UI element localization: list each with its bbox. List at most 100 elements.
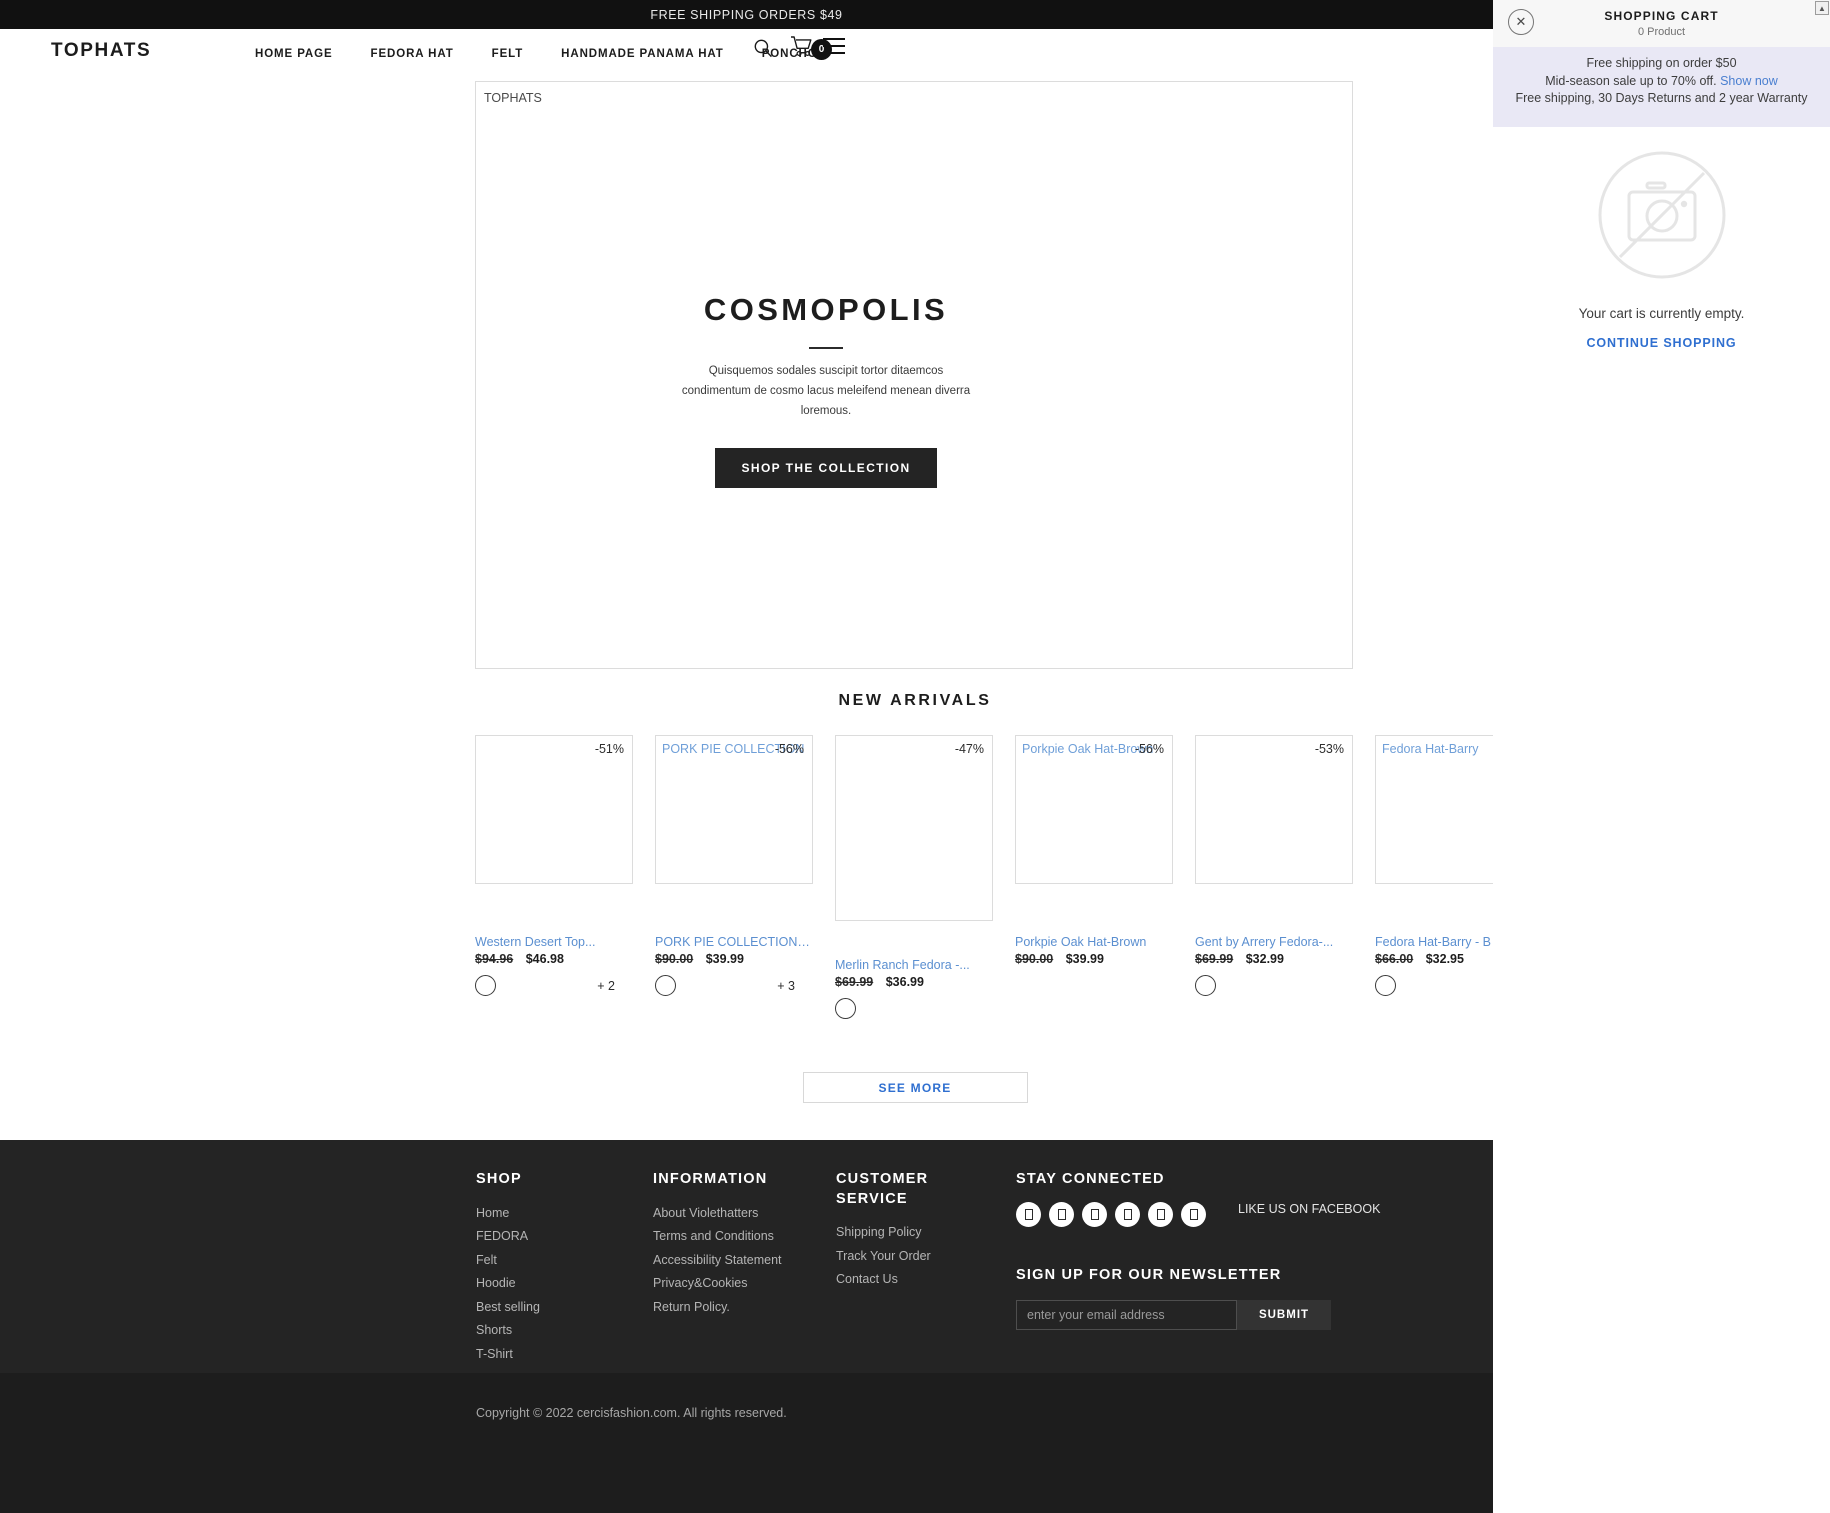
color-swatch[interactable] [655, 975, 676, 996]
product-thumbnail[interactable]: -47% [835, 735, 993, 921]
burger-line [823, 38, 845, 40]
tumblr-icon[interactable] [1181, 1202, 1206, 1227]
product-prices: $90.00 $39.99 [655, 952, 813, 966]
newsletter-form: SUBMIT [1016, 1300, 1331, 1330]
product-old-price: $90.00 [1015, 952, 1054, 966]
newsletter-submit-button[interactable]: SUBMIT [1237, 1300, 1331, 1330]
product-card[interactable]: -53% Gent by Arrery Fedora-... $69.99 $3… [1195, 735, 1353, 996]
announcement-text: FREE SHIPPING ORDERS $49 [650, 7, 843, 22]
product-thumbnail[interactable]: Porkpie Oak Hat-Brown -56% [1015, 735, 1173, 884]
footer-link-t-shirt[interactable]: T-Shirt [476, 1347, 540, 1361]
hero-banner: TOPHATS COSMOPOLIS Quisquemos sodales su… [475, 81, 1353, 669]
product-thumbnail[interactable]: -53% [1195, 735, 1353, 884]
product-swatches [1195, 975, 1335, 996]
cart-drawer-panel: SHOPPING CART 0 Product ✕ Free shipping … [1493, 0, 1830, 1513]
product-new-price: $32.95 [1425, 952, 1464, 966]
cart-promo-banner: Free shipping on order $50 Mid-season sa… [1493, 47, 1830, 127]
cart-empty-state: Your cart is currently empty. CONTINUE S… [1493, 150, 1830, 350]
footer-link-fedora[interactable]: FEDORA [476, 1229, 540, 1243]
footer-link-contact-us[interactable]: Contact Us [836, 1272, 976, 1286]
product-old-price: $94.96 [475, 952, 514, 966]
product-prices: $69.99 $32.99 [1195, 952, 1353, 966]
discount-badge: -56% [774, 742, 804, 756]
cart-button[interactable]: 0 [790, 36, 832, 60]
nav-item-fedora-hat[interactable]: FEDORA HAT [371, 48, 454, 60]
footer-link-felt[interactable]: Felt [476, 1253, 540, 1267]
nav-item-handmade-panama-hat[interactable]: HANDMADE PANAMA HAT [561, 48, 724, 60]
continue-shopping-link[interactable]: CONTINUE SHOPPING [1586, 336, 1736, 350]
footer-link-shipping-policy[interactable]: Shipping Policy [836, 1225, 976, 1239]
color-swatch[interactable] [1375, 975, 1396, 996]
product-old-price: $90.00 [655, 952, 694, 966]
footer-link-accessibility[interactable]: Accessibility Statement [653, 1253, 782, 1267]
copyright-bar [0, 1373, 1493, 1513]
footer-link-home[interactable]: Home [476, 1206, 540, 1220]
like-us-on-facebook-label: LIKE US ON FACEBOOK [1238, 1202, 1381, 1216]
product-swatches: + 3 [655, 975, 795, 996]
see-more-button[interactable]: SEE MORE [802, 1072, 1028, 1103]
product-old-price: $66.00 [1375, 952, 1414, 966]
product-prices: $94.96 $46.98 [475, 952, 633, 966]
product-name-link[interactable]: Western Desert Top... [475, 935, 633, 949]
product-name-link[interactable]: Porkpie Oak Hat-Brown [1015, 935, 1173, 949]
product-prices: $90.00 $39.99 [1015, 952, 1173, 966]
nav-item-felt[interactable]: FELT [492, 48, 524, 60]
discount-badge: -56% [1134, 742, 1164, 756]
newsletter-heading: SIGN UP FOR OUR NEWSLETTER [1016, 1267, 1282, 1283]
product-new-price: $36.99 [885, 975, 924, 989]
color-swatch[interactable] [475, 975, 496, 996]
cart-drawer-title: SHOPPING CART [1604, 9, 1719, 23]
color-swatch[interactable] [1195, 975, 1216, 996]
footer-link-track-order[interactable]: Track Your Order [836, 1249, 976, 1263]
hero-title: COSMOPOLIS [703, 292, 949, 327]
nav-item-home-page[interactable]: HOME PAGE [255, 48, 333, 60]
no-image-icon [1598, 151, 1725, 279]
newsletter-email-input[interactable] [1016, 1300, 1237, 1330]
hamburger-menu-icon[interactable] [823, 38, 845, 54]
footer-link-about[interactable]: About Violethatters [653, 1206, 782, 1220]
twitter-icon[interactable] [1049, 1202, 1074, 1227]
color-swatch[interactable] [835, 998, 856, 1019]
promo-line-1: Free shipping on order $50 [1586, 56, 1737, 70]
cart-empty-message: Your cart is currently empty. [1578, 306, 1745, 321]
search-icon[interactable] [752, 37, 774, 59]
product-new-price: $46.98 [525, 952, 564, 966]
footer-link-best-selling[interactable]: Best selling [476, 1300, 540, 1314]
hero-image-alt-text: TOPHATS [484, 91, 542, 105]
footer-link-hoodie[interactable]: Hoodie [476, 1276, 540, 1290]
product-card[interactable]: PORK PIE COLLECTION -56% PORK PIE COLLEC… [655, 735, 813, 996]
footer-link-shorts[interactable]: Shorts [476, 1323, 540, 1337]
footer-column-shop: SHOP Home FEDORA Felt Hoodie Best sellin… [476, 1170, 540, 1370]
instagram-icon[interactable] [1082, 1202, 1107, 1227]
promo-line-2: Mid-season sale up to 70% off. Show now [1507, 74, 1816, 90]
footer-link-privacy[interactable]: Privacy&Cookies [653, 1276, 782, 1290]
product-name-link[interactable]: PORK PIE COLLECTION -... [655, 935, 813, 949]
brand-logo[interactable]: TOPHATS [51, 40, 151, 62]
product-thumbnail[interactable]: PORK PIE COLLECTION -56% [655, 735, 813, 884]
pinterest-icon[interactable] [1115, 1202, 1140, 1227]
product-image-alt-text: Porkpie Oak Hat-Brown [1022, 742, 1154, 756]
product-card[interactable]: Porkpie Oak Hat-Brown -56% Porkpie Oak H… [1015, 735, 1173, 966]
product-name-link[interactable]: Merlin Ranch Fedora -... [835, 958, 993, 972]
shop-the-collection-button[interactable]: SHOP THE COLLECTION [715, 448, 937, 489]
footer-heading-stay-connected: STAY CONNECTED [1016, 1171, 1165, 1187]
product-swatches [835, 998, 975, 1019]
product-card[interactable]: -47% Merlin Ranch Fedora -... $69.99 $36… [835, 735, 993, 1019]
product-new-price: $39.99 [705, 952, 744, 966]
copyright-text: Copyright © 2022 cercisfashion.com. All … [476, 1406, 787, 1420]
close-icon[interactable]: ✕ [1508, 9, 1534, 35]
product-image-alt-text: Fedora Hat-Barry [1382, 742, 1479, 756]
burger-line [823, 52, 845, 54]
footer-link-return-policy[interactable]: Return Policy. [653, 1300, 782, 1314]
show-now-link[interactable]: Show now [1720, 74, 1778, 88]
product-name-link[interactable]: Gent by Arrery Fedora-... [1195, 935, 1353, 949]
footer-column-customer-service: CUSTOMER SERVICE Shipping Policy Track Y… [836, 1170, 976, 1296]
footer-heading-customer-service: CUSTOMER SERVICE [836, 1171, 929, 1207]
facebook-icon[interactable] [1016, 1202, 1041, 1227]
product-card[interactable]: -51% Western Desert Top... $94.96 $46.98… [475, 735, 633, 996]
product-thumbnail[interactable]: -51% [475, 735, 633, 884]
youtube-icon[interactable] [1148, 1202, 1173, 1227]
footer-link-terms[interactable]: Terms and Conditions [653, 1229, 782, 1243]
announcement-bar: FREE SHIPPING ORDERS $49 [0, 0, 1493, 29]
footer-column-stay-connected: STAY CONNECTED [1016, 1170, 1165, 1206]
